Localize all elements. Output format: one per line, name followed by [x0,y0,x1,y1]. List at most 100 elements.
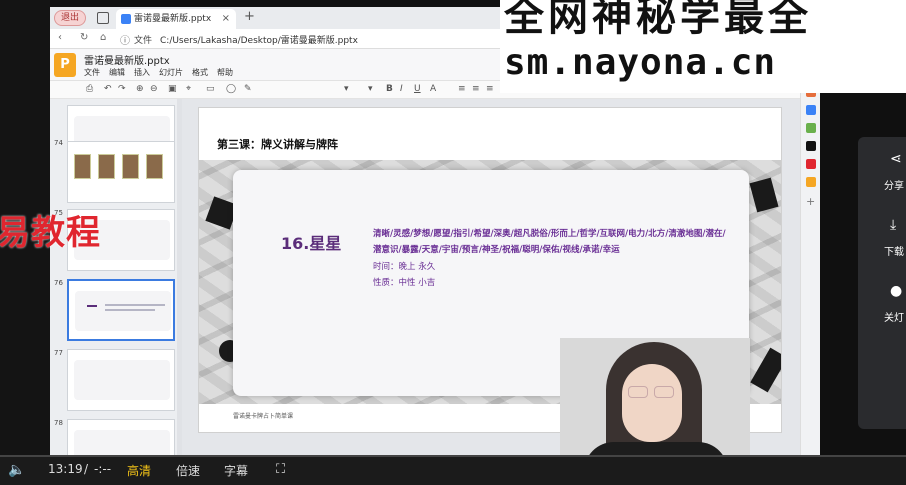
share-icon[interactable]: ⋖ [890,151,902,167]
progress-bar[interactable] [0,455,906,457]
side-actions-box: ⋖ 分享 ⤓ 下载 ● 关灯 [858,137,906,429]
share-label[interactable]: 分享 [884,177,904,192]
thumb-number: 74 [54,139,63,147]
align-left-icon[interactable]: ≡ [458,84,466,94]
font-dropdown-icon[interactable]: ▾ [344,84,349,94]
rail-app-icon[interactable] [806,123,816,133]
thumbnail-image [122,154,139,179]
presentation-logo-icon: P [54,53,76,77]
lights-off-label[interactable]: 关灯 [884,309,904,324]
overlay-watermark: 全网神秘学最全 sm.nayona.cn [500,0,906,93]
slide-thumbnail-panel: 74 75 76 77 78 [50,99,182,455]
window-icon[interactable] [97,12,109,24]
player-side-panel: ⋖ 分享 ⤓ 下载 ● 关灯 [820,93,906,455]
font-size-dropdown-icon[interactable]: ▾ [368,84,373,94]
card-keywords: 清晰/灵感/梦想/愿望/指引/希望/深奥/超凡脱俗/形而上/哲学/互联网/电力/… [373,229,726,255]
watermark-line-2: sm.nayona.cn [504,42,777,83]
align-center-icon[interactable]: ≡ [472,84,480,94]
italic-icon[interactable]: I [400,84,403,94]
current-time: 13:19 [48,462,83,476]
back-icon[interactable]: ‹ [58,32,62,43]
undo-icon[interactable]: ↶ [104,84,112,94]
menu-bar: 文件 编辑 插入 幻灯片 格式 帮助 [84,67,233,78]
address-url[interactable]: C:/Users/Lakasha/Desktop/雷诺曼最新版.pptx [160,33,358,46]
quality-button[interactable]: 高清 [127,462,151,479]
rail-app-icon[interactable] [806,105,816,115]
menu-item-insert[interactable]: 插入 [134,67,150,78]
menu-item-edit[interactable]: 编辑 [109,67,125,78]
print-icon[interactable]: ⎙ [86,84,93,94]
overlay-caption-left: 易教程 [0,213,101,253]
select-icon[interactable]: ⌖ [186,84,191,94]
fullscreen-icon[interactable]: ⛶ [276,462,285,477]
rail-app-icon[interactable] [806,159,816,169]
thumbnail-line [87,305,97,307]
tab-title: 雷诺曼最新版.pptx [134,14,212,24]
zoom-out-icon[interactable]: ⊖ [150,84,158,94]
thumbnail-image [146,154,163,179]
thumbnail-image [98,154,115,179]
thumbnail-card [75,291,171,331]
address-scheme-label: 文件 [134,36,153,46]
refresh-icon[interactable]: ↻ [80,32,88,43]
menu-item-help[interactable]: 帮助 [217,67,233,78]
app-right-rail: + [800,81,820,455]
slide-thumbnail[interactable] [67,141,175,203]
zoom-in-icon[interactable]: ⊕ [136,84,144,94]
duration: -:-- [94,462,112,476]
close-tab-icon[interactable]: × [222,9,230,29]
thumbnail-card [74,430,170,455]
exit-pill-button[interactable]: 退出 [54,10,87,26]
slide-thumbnail[interactable] [67,349,175,411]
watermark-line-1: 全网神秘学最全 [504,0,812,40]
rail-add-icon[interactable]: + [806,196,816,207]
slide-heading: 第三课：牌义讲解与牌阵 [217,138,338,151]
align-right-icon[interactable]: ≡ [486,84,494,94]
thumb-number: 77 [54,349,63,357]
card-time: 时间：晚上 永久 [373,262,436,272]
download-icon[interactable]: ⤓ [890,217,896,233]
menu-item-slide[interactable]: 幻灯片 [159,67,183,78]
lightbulb-icon[interactable]: ● [890,283,902,299]
rail-app-icon[interactable] [806,141,816,151]
glasses-lens [628,386,648,398]
info-icon: ⓘ [120,36,130,47]
card-title: 16.星星 [281,234,342,253]
thumbnail-card [74,360,170,400]
decorative-card-shape [749,177,779,213]
time-separator: / [84,462,89,476]
rail-app-icon[interactable] [806,177,816,187]
glasses-lens [654,386,674,398]
player-control-bar: 🔈 13:19 / -:-- 高清 倍速 字幕 ⛶ [0,455,906,485]
thumb-number: 78 [54,419,63,427]
thumb-number: 76 [54,279,63,287]
new-tab-button[interactable]: + [244,9,255,24]
decorative-card-shape [750,347,781,393]
home-icon[interactable]: ⌂ [100,32,106,43]
browser-tab[interactable]: 雷诺曼最新版.pptx × [116,9,236,29]
slide-thumbnail-selected[interactable] [67,279,175,341]
pen-icon[interactable]: ✎ [244,84,252,94]
menu-item-file[interactable]: 文件 [84,67,100,78]
bold-icon[interactable]: B [386,84,393,94]
document-title[interactable]: 雷诺曼最新版.pptx [84,52,170,67]
thumbnail-image [74,154,91,179]
subtitles-button[interactable]: 字幕 [224,462,248,479]
volume-icon[interactable]: 🔈 [8,462,25,478]
text-box-icon[interactable]: ▭ [206,84,215,94]
redo-icon[interactable]: ↷ [118,84,126,94]
speed-button[interactable]: 倍速 [176,462,200,479]
underline-icon[interactable]: U [414,84,421,94]
download-label[interactable]: 下载 [884,243,904,258]
layout-icon[interactable]: ▣ [168,84,177,94]
video-player: 退出 雷诺曼最新版.pptx × + ‹ ↻ ⌂ ⓘ 文件 C:/Users/L… [0,0,906,485]
tab-favicon-icon [121,14,131,24]
font-color-icon[interactable]: A [430,84,436,94]
presenter-face [622,364,682,442]
thumbnail-line [105,309,155,311]
menu-item-format[interactable]: 格式 [192,67,208,78]
shape-icon[interactable]: ◯ [226,84,236,94]
slide-footer: 雷诺曼卡牌占卜简单课 [233,413,294,420]
slide-thumbnail[interactable] [67,419,175,455]
thumbnail-line [105,304,165,306]
